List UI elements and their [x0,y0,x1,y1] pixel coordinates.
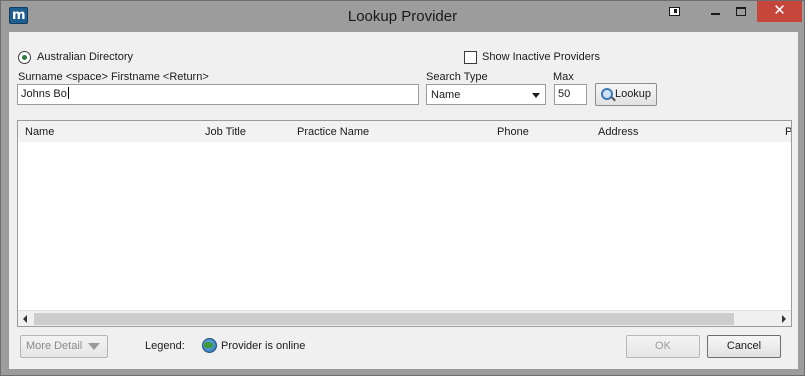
show-inactive-label: Show Inactive Providers [482,51,600,63]
lookup-button-label: Lookup [614,88,652,100]
column-header-job-title[interactable]: Job Title [205,126,246,138]
grid-header: Name Job Title Practice Name Phone Addre… [18,121,791,142]
australian-directory-label: Australian Directory [37,51,133,63]
lookup-provider-window: m Lookup Provider ✕ Australian Directory… [0,0,805,376]
globe-online-icon [202,338,217,353]
max-label: Max [553,71,574,83]
column-header-address[interactable]: Address [598,126,638,138]
legend-label: Legend: [145,340,185,352]
australian-directory-radio[interactable]: Australian Directory [18,50,133,64]
surname-input[interactable]: Johns Bo [17,84,419,105]
show-inactive-checkbox[interactable]: Show Inactive Providers [464,50,600,64]
search-type-select[interactable]: Name [426,84,546,105]
lookup-button[interactable]: Lookup [595,83,657,106]
scroll-left-icon[interactable] [23,315,27,323]
checkbox-box[interactable] [464,50,477,64]
close-icon: ✕ [773,2,786,19]
scroll-right-icon[interactable] [782,315,786,323]
search-type-value: Name [431,89,461,101]
dialog-body: Australian Directory Show Inactive Provi… [9,32,798,369]
surname-input-value: Johns Bo [21,88,67,100]
column-header-truncated[interactable]: P [785,126,791,138]
title-bar[interactable]: m Lookup Provider ✕ [1,1,804,32]
column-header-practice-name[interactable]: Practice Name [297,126,369,138]
surname-hint-label: Surname <space> Firstname <Return> [18,71,209,83]
more-detail-label: More Detail [26,340,83,352]
column-header-phone[interactable]: Phone [497,126,529,138]
grid-body[interactable] [18,142,791,310]
maximize-icon[interactable] [725,1,758,23]
max-input[interactable]: 50 [554,84,587,105]
close-button[interactable]: ✕ [757,1,802,22]
more-detail-button[interactable]: More Detail [20,335,108,358]
results-grid[interactable]: Name Job Title Practice Name Phone Addre… [17,120,792,327]
radio-selected-icon[interactable] [18,50,31,64]
restore-icon[interactable] [658,1,691,23]
chevron-down-icon [532,93,540,98]
chevron-down-icon [88,343,100,350]
search-type-label: Search Type [426,71,488,83]
column-header-name[interactable]: Name [25,126,54,138]
text-caret [67,87,69,99]
horizontal-scrollbar[interactable] [18,310,791,326]
scrollbar-thumb[interactable] [34,313,734,325]
magnifier-icon [601,88,613,100]
cancel-button[interactable]: Cancel [707,335,781,358]
provider-online-label: Provider is online [221,340,306,352]
ok-button[interactable]: OK [626,335,700,358]
